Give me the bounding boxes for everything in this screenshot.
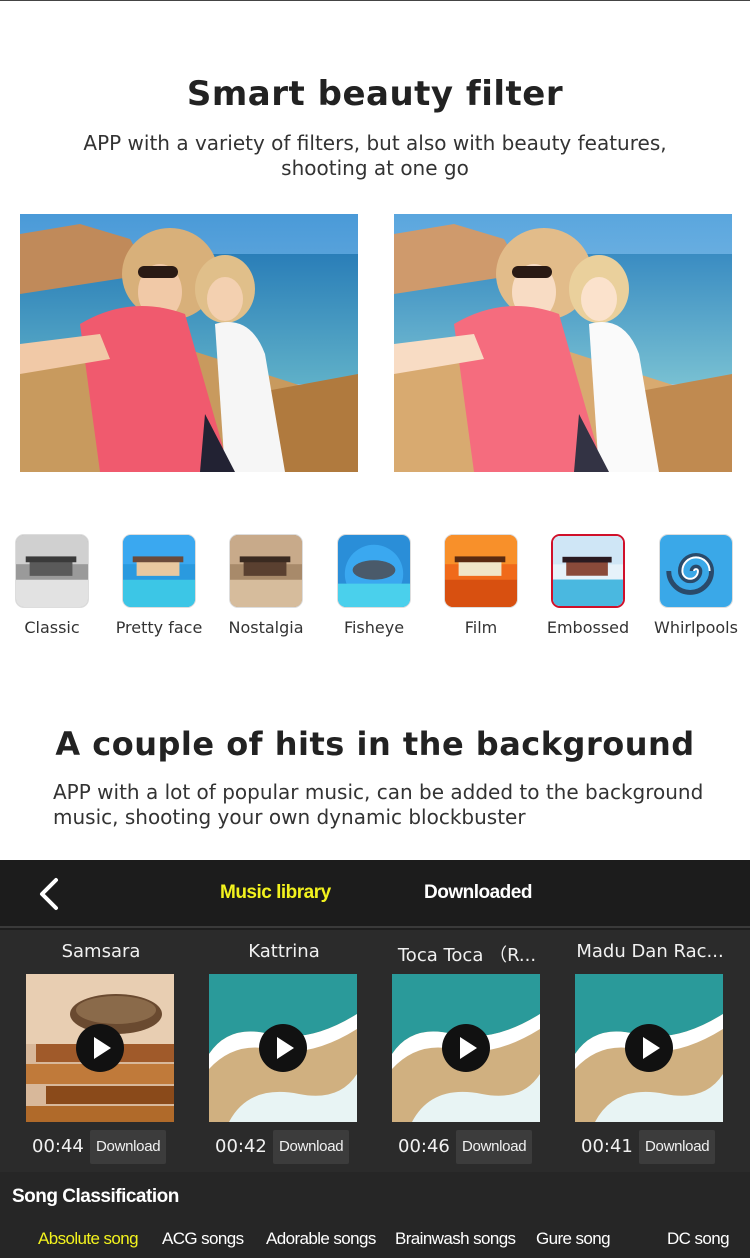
classification-title: Song Classification — [12, 1186, 179, 1207]
beach-cover-image — [392, 974, 540, 1122]
top-divider — [0, 0, 750, 1]
filter-film[interactable]: Film — [427, 534, 535, 637]
filter-classic[interactable]: Classic — [0, 534, 106, 637]
play-button[interactable] — [259, 1024, 307, 1072]
beauty-section-description: APP with a variety of filters, but also … — [83, 131, 667, 180]
sample-photo-original — [20, 214, 358, 472]
play-button[interactable] — [442, 1024, 490, 1072]
music-section-title: A couple of hits in the background — [55, 725, 695, 763]
download-button[interactable]: Download — [639, 1130, 716, 1164]
download-button[interactable]: Download — [456, 1130, 533, 1164]
embossed-filter-icon — [551, 534, 625, 608]
whirlpools-filter-icon — [659, 534, 733, 608]
filter-pretty-face[interactable]: Pretty face — [105, 534, 213, 637]
filter-embossed[interactable]: Embossed — [534, 534, 642, 637]
music-section-description: APP with a lot of popular music, can be … — [53, 780, 704, 829]
fisheye-filter-icon — [337, 534, 411, 608]
filter-label: Fisheye — [343, 618, 405, 637]
filter-label: Film — [464, 618, 498, 637]
song-title: Toca Toca （R... — [397, 945, 537, 966]
category-absolute-song[interactable]: Absolute song — [38, 1229, 139, 1249]
category-brainwash-songs[interactable]: Brainwash songs — [395, 1229, 516, 1249]
category-gure-song[interactable]: Gure song — [536, 1229, 611, 1249]
play-button[interactable] — [625, 1024, 673, 1072]
filter-strip: Classic Pretty face Nostalgia Fisheye Fi… — [0, 534, 750, 644]
books-cover-image — [26, 974, 174, 1122]
filter-label: Embossed — [546, 618, 630, 637]
sample-photo-beautified — [394, 214, 732, 472]
film-filter-icon — [444, 534, 518, 608]
classic-filter-icon — [15, 534, 89, 608]
download-button[interactable]: Download — [273, 1130, 350, 1164]
nostalgia-filter-icon — [229, 534, 303, 608]
song-list: Samsara 00:44 Download Kattrina 00:42 Do… — [0, 930, 750, 1172]
filter-label: Classic — [24, 618, 80, 637]
play-button[interactable] — [76, 1024, 124, 1072]
filter-nostalgia[interactable]: Nostalgia — [212, 534, 320, 637]
beauty-section-title: Smart beauty filter — [186, 74, 564, 114]
beach-cover-image — [209, 974, 357, 1122]
tab-downloaded[interactable]: Downloaded — [424, 882, 532, 904]
chevron-left-icon[interactable] — [30, 874, 70, 914]
filter-label: Pretty face — [115, 618, 203, 637]
pretty-face-filter-icon — [122, 534, 196, 608]
song-duration: 00:44 — [32, 1136, 84, 1157]
song-classification: Song Classification Absolute song ACG so… — [0, 1172, 750, 1258]
category-dc-song[interactable]: DC song — [667, 1229, 730, 1249]
filter-label: Whirlpools — [654, 618, 738, 637]
music-app-panel: Music library Downloaded Samsara 00:44 D… — [0, 860, 750, 1258]
tab-music-library[interactable]: Music library — [220, 882, 331, 904]
filter-whirlpools[interactable]: Whirlpools — [642, 534, 750, 637]
filter-label: Nostalgia — [228, 618, 304, 637]
song-title: Kattrina — [248, 941, 320, 962]
song-title: Samsara — [61, 941, 141, 962]
filter-fisheye[interactable]: Fisheye — [320, 534, 428, 637]
music-app-header: Music library Downloaded — [0, 860, 750, 928]
song-duration: 00:46 — [398, 1136, 450, 1157]
song-title: Madu Dan Rac... — [576, 941, 724, 962]
category-adorable-songs[interactable]: Adorable songs — [266, 1229, 376, 1249]
song-duration: 00:42 — [215, 1136, 267, 1157]
download-button[interactable]: Download — [90, 1130, 167, 1164]
song-duration: 00:41 — [581, 1136, 633, 1157]
beach-cover-image — [575, 974, 723, 1122]
category-acg-songs[interactable]: ACG songs — [162, 1229, 244, 1249]
